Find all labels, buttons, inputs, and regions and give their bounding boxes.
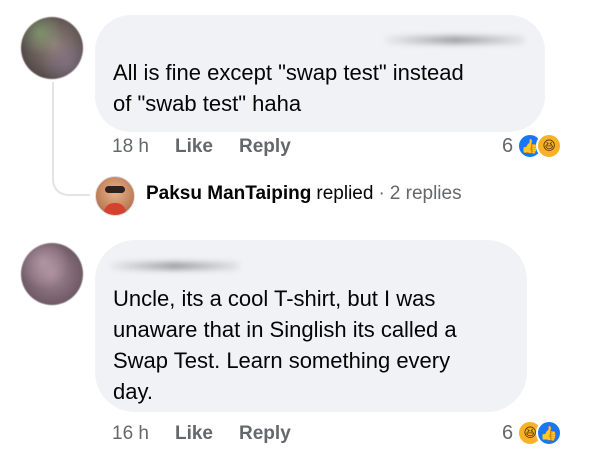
like-button[interactable]: Like	[175, 423, 213, 445]
avatar[interactable]	[21, 243, 83, 305]
view-replies-link[interactable]: Paksu ManTaiping replied · 2 replies	[146, 183, 462, 205]
comment-timestamp[interactable]: 18 h	[112, 136, 149, 158]
comment-actions: 16 h Like Reply	[112, 423, 317, 445]
reaction-summary[interactable]: 6 😆 👍	[502, 420, 563, 446]
avatar[interactable]	[21, 17, 83, 79]
reaction-count: 6	[502, 421, 514, 444]
replied-label: replied	[316, 183, 374, 204]
blurred-commenter-name	[110, 262, 240, 270]
comment-timestamp[interactable]: 16 h	[112, 423, 149, 445]
haha-icon: 😆	[536, 133, 563, 159]
like-button[interactable]: Like	[175, 136, 213, 158]
replier-name: Paksu ManTaiping	[146, 183, 312, 204]
reaction-count: 6	[502, 134, 514, 157]
thread-connector-line	[52, 82, 90, 196]
like-icon: 👍	[536, 420, 563, 446]
comment-actions: 18 h Like Reply	[112, 136, 317, 158]
replies-count: 2 replies	[389, 183, 462, 204]
replier-avatar[interactable]	[95, 176, 135, 216]
reply-button[interactable]: Reply	[239, 136, 291, 158]
separator-dot: ·	[378, 183, 385, 204]
comment-text: Uncle, its a cool T-shirt, but I was una…	[113, 286, 457, 404]
reaction-summary[interactable]: 6 👍 😆	[502, 133, 563, 159]
comment-thread: All is fine except "swap test" instead o…	[0, 0, 591, 452]
comment-text: All is fine except "swap test" instead o…	[113, 60, 464, 116]
blurred-commenter-name	[385, 36, 525, 44]
reply-button[interactable]: Reply	[239, 423, 291, 445]
